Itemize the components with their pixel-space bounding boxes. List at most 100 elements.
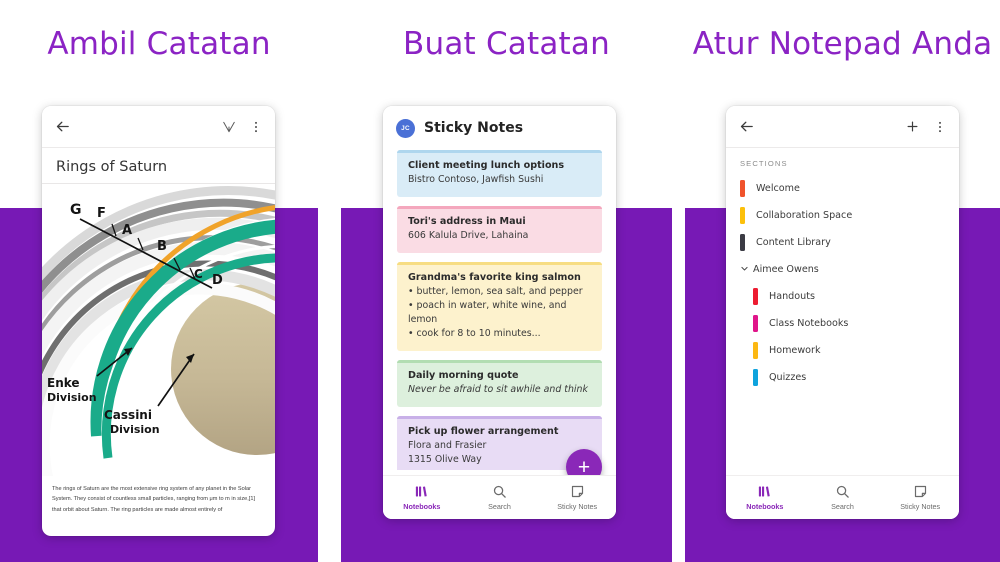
heading-make-notes: Buat Catatan xyxy=(403,26,610,62)
sections-app-bar xyxy=(726,106,959,148)
mention-icon[interactable] xyxy=(222,120,236,134)
section-row[interactable]: Welcome xyxy=(726,175,959,202)
section-row[interactable]: Handouts xyxy=(726,283,959,310)
section-name: Welcome xyxy=(756,183,800,194)
section-name: Content Library xyxy=(756,237,831,248)
nav-item-search[interactable]: Search xyxy=(804,484,882,511)
section-row[interactable]: Collaboration Space xyxy=(726,202,959,229)
phone-screenshot-sticky-notes: JC Sticky Notes Client meeting lunch opt… xyxy=(383,106,616,519)
avatar[interactable]: JC xyxy=(396,118,415,138)
note-app-bar xyxy=(42,106,275,148)
sticky-note-line: 1315 Olive Way xyxy=(408,454,482,466)
sticky-note-line: • poach in water, white wine, and lemon xyxy=(408,300,567,326)
sticky-note-line: Bistro Contoso, Jawfish Sushi xyxy=(408,173,544,185)
section-name: Homework xyxy=(769,345,821,356)
back-arrow-icon[interactable] xyxy=(54,118,71,135)
nav-label-notebooks: Notebooks xyxy=(746,502,784,511)
bottom-navigation-bar-2[interactable]: Notebooks Search Sticky Notes xyxy=(383,475,616,519)
search-icon xyxy=(492,484,507,499)
sticky-note-color-bar xyxy=(397,416,602,420)
sticky-note-card[interactable]: Daily morning quote Never be afraid to si… xyxy=(397,360,602,408)
sticky-note-line: • cook for 8 to 10 minutes... xyxy=(408,328,541,340)
section-color-tab-icon xyxy=(753,288,758,305)
notebooks-icon xyxy=(757,484,772,499)
sticky-note-line: Flora and Frasier xyxy=(408,440,487,452)
nav-item-notebooks[interactable]: Notebooks xyxy=(726,484,804,511)
nav-item-notebooks[interactable]: Notebooks xyxy=(383,484,461,511)
saturn-rings-diagram: G F A B C D Enke Division Cassini Divisi… xyxy=(42,184,275,476)
svg-text:C: C xyxy=(194,267,203,281)
nav-label-search: Search xyxy=(831,502,854,511)
chevron-down-icon[interactable] xyxy=(740,264,753,275)
section-name: Quizzes xyxy=(769,372,807,383)
page-title: Sticky Notes xyxy=(424,120,524,136)
section-row[interactable]: Content Library xyxy=(726,229,959,256)
sticky-notes-header: JC Sticky Notes xyxy=(383,106,616,150)
sticky-note-color-bar xyxy=(397,360,602,364)
sticky-note-title: Client meeting lunch options xyxy=(408,160,565,171)
sticky-note-color-bar xyxy=(397,150,602,153)
sticky-note-title: Daily morning quote xyxy=(408,370,519,382)
nav-item-sticky-notes[interactable]: Sticky Notes xyxy=(881,484,959,511)
sticky-note-color-bar xyxy=(397,206,602,210)
svg-text:D: D xyxy=(212,273,223,288)
section-name: Collaboration Space xyxy=(756,210,853,221)
saturn-drawing-svg: G F A B C D Enke Division Cassini Divisi… xyxy=(42,186,275,476)
sticky-notes-icon xyxy=(570,484,585,499)
sticky-note-title: Pick up flower arrangement xyxy=(408,426,559,438)
bottom-navigation-bar-3[interactable]: Notebooks Search Sticky Notes xyxy=(726,475,959,519)
note-body-text[interactable]: The rings of Saturn are the most extensi… xyxy=(42,476,275,515)
back-arrow-icon[interactable] xyxy=(738,118,755,135)
nav-label-search: Search xyxy=(488,502,511,511)
note-title[interactable]: Rings of Saturn xyxy=(42,148,275,184)
svg-text:G: G xyxy=(70,202,82,218)
nav-label-sticky-notes: Sticky Notes xyxy=(900,502,941,511)
annotation-cassini-line2: Division xyxy=(110,423,160,436)
nav-item-search[interactable]: Search xyxy=(461,484,539,511)
section-color-tab-icon xyxy=(753,342,758,359)
sticky-note-color-bar xyxy=(397,262,602,266)
sections-list[interactable]: Welcome Collaboration Space Content Librar… xyxy=(726,175,959,468)
notebooks-icon xyxy=(414,484,429,499)
sticky-note-line: • butter, lemon, sea salt, and pepper xyxy=(408,285,583,297)
phone-screenshot-note-view: Rings of Saturn G F A B C D Enke Divisio… xyxy=(42,106,275,536)
section-color-tab-icon xyxy=(753,315,758,332)
section-row[interactable]: Class Notebooks xyxy=(726,310,959,337)
annotation-enke-line2: Division xyxy=(47,391,97,404)
more-vertical-icon[interactable] xyxy=(249,120,263,134)
section-row[interactable]: Quizzes xyxy=(726,364,959,391)
heading-take-notes: Ambil Catatan xyxy=(47,26,271,62)
svg-text:A: A xyxy=(122,223,132,238)
sticky-note-card[interactable]: Grandma's favorite king salmon • butter, … xyxy=(397,262,602,352)
svg-text:B: B xyxy=(157,239,167,254)
sticky-note-card[interactable]: Tori's address in Maui 606 Kalula Drive, … xyxy=(397,206,602,254)
heading-organize-notepad: Atur Notepad Anda xyxy=(692,26,993,62)
sticky-note-card[interactable]: Client meeting lunch options Bistro Conto… xyxy=(397,150,602,198)
search-icon xyxy=(835,484,850,499)
sticky-notes-list[interactable]: Client meeting lunch options Bistro Conto… xyxy=(383,150,616,470)
more-vertical-icon[interactable] xyxy=(933,120,947,134)
section-group-row[interactable]: Aimee Owens xyxy=(726,256,959,283)
section-color-tab-icon xyxy=(740,234,745,251)
sticky-note-title: Grandma's favorite king salmon xyxy=(408,272,581,284)
section-color-tab-icon xyxy=(740,180,745,197)
promo-banner: Ambil Catatan Buat Catatan Atur Notepad … xyxy=(0,0,1000,562)
svg-text:F: F xyxy=(97,206,106,221)
section-name: Handouts xyxy=(769,291,815,302)
sticky-note-line: Never be afraid to sit awhile and think xyxy=(408,384,588,396)
sections-label: SECTIONS xyxy=(740,159,788,168)
plus-icon[interactable] xyxy=(905,119,920,134)
phone-screenshot-sections: SECTIONS Welcome Collaboration Space Conte… xyxy=(726,106,959,519)
nav-label-notebooks: Notebooks xyxy=(403,502,441,511)
sticky-notes-icon xyxy=(913,484,928,499)
section-name: Class Notebooks xyxy=(769,318,849,329)
sticky-note-line: 606 Kalula Drive, Lahaina xyxy=(408,229,529,241)
section-color-tab-icon xyxy=(753,369,758,386)
nav-item-sticky-notes[interactable]: Sticky Notes xyxy=(538,484,616,511)
section-row[interactable]: Homework xyxy=(726,337,959,364)
annotation-enke-line1: Enke xyxy=(47,376,80,390)
section-color-tab-icon xyxy=(740,207,745,224)
nav-label-sticky-notes: Sticky Notes xyxy=(557,502,598,511)
sticky-note-title: Tori's address in Maui xyxy=(408,216,526,228)
annotation-cassini-line1: Cassini xyxy=(104,408,152,422)
